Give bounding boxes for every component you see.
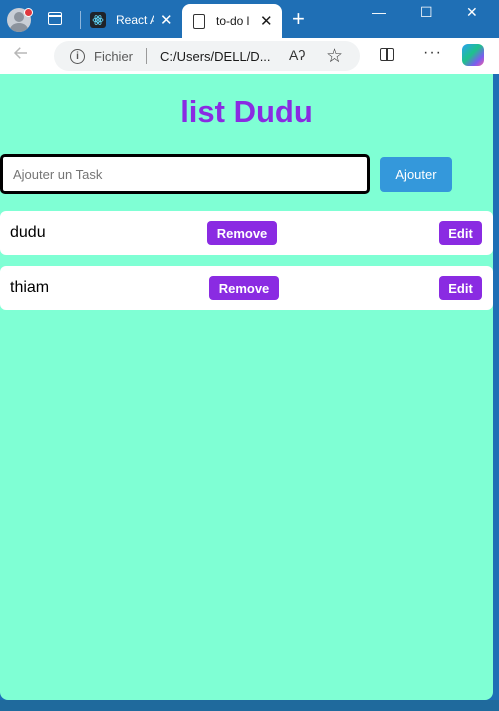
tab-todo-list[interactable]: to-do l ✕ [182,4,282,38]
edit-task-button[interactable]: Edit [439,221,482,245]
read-aloud-icon[interactable]: Aʔ [289,47,305,63]
tab-label: to-do l [216,14,250,28]
tab-label: React A [116,13,154,27]
address-bar[interactable]: i Fichier C:/Users/DELL/D... Aʔ ☆ [54,41,360,71]
new-tab-button[interactable]: + [292,8,305,30]
scheme-label: Fichier [94,49,134,64]
add-task-button[interactable]: Ajouter [380,157,452,192]
task-name: dudu [10,224,46,241]
document-icon [193,13,205,29]
copilot-icon[interactable] [462,44,484,66]
close-window-button[interactable]: ✕ [466,4,478,21]
page-title: list Dudu [180,94,313,129]
window-edge [493,74,499,700]
url-text[interactable]: C:/Users/DELL/D... [160,49,271,64]
task-row: dudu Remove Edit [0,211,493,255]
edit-task-button[interactable]: Edit [439,276,482,300]
minimize-button[interactable]: — [372,4,386,20]
favorite-star-icon[interactable]: ☆ [326,45,343,68]
info-icon[interactable]: i [70,49,85,64]
close-tab-icon[interactable]: ✕ [260,14,273,29]
tab-separator [80,11,81,29]
page-content: list Dudu Ajouter dudu Remove Edit thiam… [0,74,493,700]
notification-dot-icon [24,8,33,17]
task-name: thiam [10,279,50,296]
browser-toolbar: i Fichier C:/Users/DELL/D... Aʔ ☆ ··· [0,38,499,74]
task-input[interactable] [0,154,370,194]
split-screen-icon[interactable] [380,48,394,61]
close-tab-icon[interactable]: ✕ [160,13,173,28]
tab-react-app[interactable]: React A ✕ [86,6,180,34]
taskbar-strip [0,700,499,711]
back-arrow-icon[interactable] [12,44,30,68]
title-bar: React A ✕ to-do l ✕ + — ☐ ✕ [0,0,499,38]
more-options-icon[interactable]: ··· [423,44,442,62]
remove-task-button[interactable]: Remove [207,221,277,245]
react-favicon-icon [90,12,106,28]
maximize-button[interactable]: ☐ [420,4,433,21]
tab-actions-icon[interactable] [48,12,62,25]
address-separator [146,48,147,64]
task-row: thiam Remove Edit [0,266,493,310]
browser-window: React A ✕ to-do l ✕ + — ☐ ✕ i Fichier C:… [0,0,499,711]
remove-task-button[interactable]: Remove [209,276,279,300]
